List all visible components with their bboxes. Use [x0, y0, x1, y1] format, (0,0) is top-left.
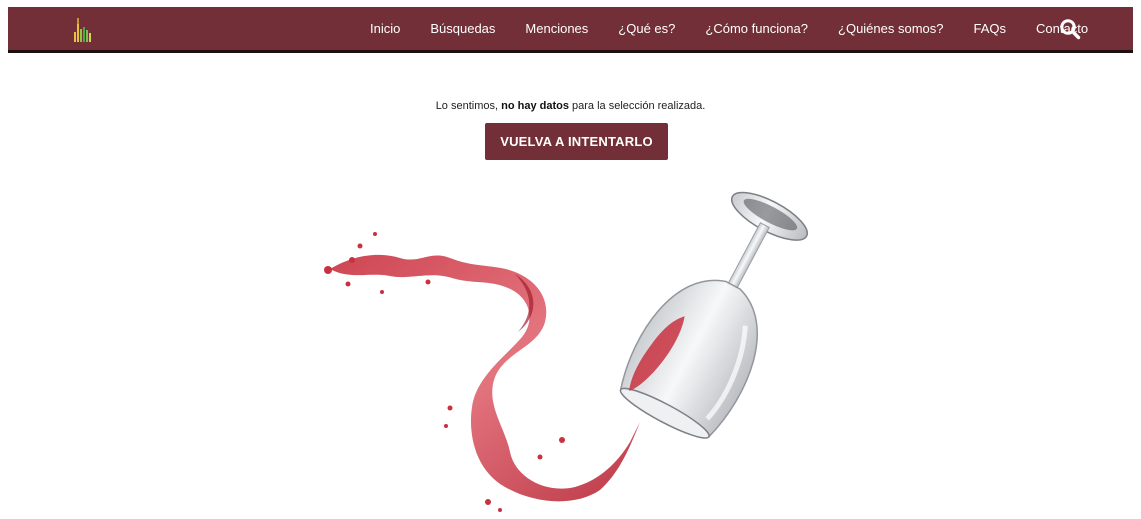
message-emphasis: no hay datos — [501, 100, 569, 112]
nav-item-quienes-somos[interactable]: ¿Quiénes somos? — [838, 21, 944, 36]
bottles-chart-logo-icon[interactable] — [72, 16, 92, 42]
nav-item-faqs[interactable]: FAQs — [974, 21, 1007, 36]
nav-item-inicio[interactable]: Inicio — [370, 21, 400, 36]
spilling-wine-glass-image — [300, 172, 860, 514]
message-suffix: para la selección realizada. — [568, 100, 706, 112]
no-data-message: Lo sentimos, no hay datos para la selecc… — [0, 100, 1141, 112]
nav-item-menciones[interactable]: Menciones — [525, 21, 588, 36]
main-menu: Inicio Búsquedas Menciones ¿Qué es? ¿Cóm… — [370, 7, 1118, 50]
nav-item-busquedas[interactable]: Búsquedas — [430, 21, 495, 36]
search-icon[interactable] — [1059, 18, 1081, 40]
top-navigation-bar: Inicio Búsquedas Menciones ¿Qué es? ¿Cóm… — [8, 7, 1133, 53]
nav-item-como-funciona[interactable]: ¿Cómo funciona? — [705, 21, 808, 36]
retry-button[interactable]: VUELVA A INTENTARLO — [485, 123, 668, 160]
nav-item-que-es[interactable]: ¿Qué es? — [618, 21, 675, 36]
message-prefix: Lo sentimos, — [435, 100, 502, 112]
